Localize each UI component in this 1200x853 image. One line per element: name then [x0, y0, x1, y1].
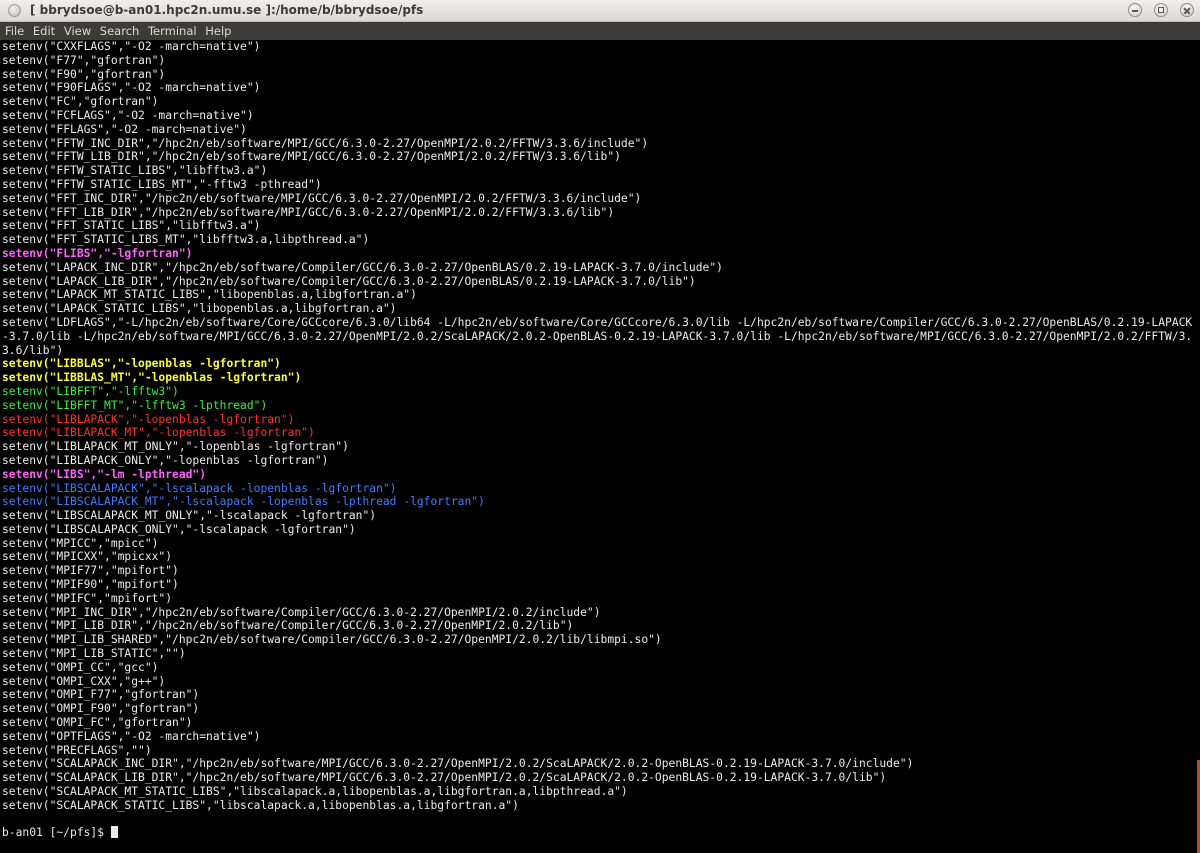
terminal-line: setenv("FFT_LIB_DIR","/hpc2n/eb/software… [2, 205, 615, 219]
terminal-line: setenv("FFTW_STATIC_LIBS_MT","-fftw3 -pt… [2, 177, 322, 191]
prompt-text: b-an01 [~/pfs]$ [2, 826, 111, 840]
terminal-line: setenv("OMPI_CC","gcc") [2, 660, 159, 674]
terminal-line: setenv("MPIFC","mpifort") [2, 591, 173, 605]
window-controls [1120, 3, 1194, 19]
terminal-line: setenv("CXXFLAGS","-O2 -march=native") [2, 40, 261, 53]
terminal-line: setenv("LDFLAGS","-L/hpc2n/eb/software/C… [2, 315, 1193, 357]
terminal-line: setenv("LIBLAPACK_MT","-lopenblas -lgfor… [2, 426, 315, 440]
text-cursor [110, 826, 118, 839]
terminal-line: setenv("MPICC","mpicc") [2, 536, 159, 550]
terminal-line: setenv("SCALAPACK_STATIC_LIBS","libscala… [2, 798, 519, 812]
terminal-line: setenv("LIBBLAS_MT","-lopenblas -lgfortr… [2, 371, 302, 385]
terminal-line: setenv("FFLAGS","-O2 -march=native") [2, 122, 247, 136]
terminal-line: setenv("LIBLAPACK_MT_ONLY","-lopenblas -… [2, 440, 349, 454]
terminal-line: setenv("LIBS","-lm -lpthread") [2, 467, 207, 481]
minimize-icon[interactable] [1128, 3, 1142, 17]
terminal-line: setenv("FFT_STATIC_LIBS_MT","libfftw3.a,… [2, 233, 370, 247]
terminal-line: setenv("LIBFFT","-lfftw3") [2, 384, 179, 398]
terminal-line: setenv("OMPI_F90","gfortran") [2, 702, 200, 716]
window-menu-icon[interactable] [8, 4, 21, 17]
menu-search[interactable]: Search [98, 22, 143, 39]
terminal-window: [ bbrydsoe@b-an01.hpc2n.umu.se ]:/home/b… [0, 0, 1200, 853]
terminal-line: setenv("FFTW_LIB_DIR","/hpc2n/eb/softwar… [2, 150, 621, 164]
terminal-line: setenv("MPIF77","mpifort") [2, 564, 179, 578]
terminal-line: setenv("LIBFFT_MT","-lfftw3 -lpthread") [2, 398, 268, 412]
command-prompt[interactable]: b-an01 [~/pfs]$ [2, 826, 1200, 840]
terminal-line: setenv("MPI_LIB_STATIC","") [2, 647, 186, 661]
terminal-line: setenv("MPI_LIB_DIR","/hpc2n/eb/software… [2, 619, 574, 633]
terminal-line: setenv("FFT_STATIC_LIBS","libfftw3.a") [2, 219, 261, 233]
terminal-line: setenv("FLIBS","-lgfortran") [2, 246, 193, 260]
terminal-line: setenv("LIBSCALAPACK","-lscalapack -lope… [2, 481, 397, 495]
terminal-line: setenv("MPICXX","mpicxx") [2, 550, 173, 564]
terminal-line: setenv("LIBSCALAPACK_ONLY","-lscalapack … [2, 522, 356, 536]
terminal-line: setenv("LAPACK_INC_DIR","/hpc2n/eb/softw… [2, 260, 723, 274]
terminal-line: setenv("LIBBLAS","-lopenblas -lgfortran"… [2, 357, 281, 371]
close-icon[interactable] [1180, 3, 1194, 17]
terminal-line: setenv("MPI_INC_DIR","/hpc2n/eb/software… [2, 605, 601, 619]
terminal-line: setenv("OPTFLAGS","-O2 -march=native") [2, 729, 261, 743]
terminal-line: setenv("MPIF90","mpifort") [2, 578, 179, 592]
terminal-line: setenv("PRECFLAGS","") [2, 743, 152, 757]
terminal-line: setenv("LAPACK_MT_STATIC_LIBS","libopenb… [2, 288, 417, 302]
terminal-line: setenv("LIBSCALAPACK_MT","-lscalapack -l… [2, 495, 485, 509]
terminal-line: setenv("LIBLAPACK","-lopenblas -lgfortra… [2, 412, 295, 426]
terminal-line: setenv("OMPI_CXX","g++") [2, 674, 166, 688]
terminal-line: setenv("OMPI_FC","gfortran") [2, 716, 193, 730]
window-title: [ bbrydsoe@b-an01.hpc2n.umu.se ]:/home/b… [30, 3, 424, 17]
terminal-line: setenv("F90","gfortran") [2, 67, 166, 81]
terminal-line: setenv("FFT_INC_DIR","/hpc2n/eb/software… [2, 191, 642, 205]
terminal-line: setenv("F90FLAGS","-O2 -march=native") [2, 81, 261, 95]
terminal-line: setenv("SCALAPACK_INC_DIR","/hpc2n/eb/so… [2, 757, 914, 771]
terminal-line: setenv("FC","gfortran") [2, 95, 159, 109]
menu-bar: File Edit View Search Terminal Help [0, 22, 1200, 40]
terminal-line: setenv("F77","gfortran") [2, 53, 166, 67]
terminal-line: setenv("MPI_LIB_SHARED","/hpc2n/eb/softw… [2, 633, 662, 647]
terminal-output[interactable]: setenv("CXXFLAGS","-O2 -march=native") se… [0, 40, 1200, 853]
terminal-line: setenv("LIBSCALAPACK_MT_ONLY","-lscalapa… [2, 509, 377, 523]
terminal-line: setenv("LAPACK_LIB_DIR","/hpc2n/eb/softw… [2, 274, 696, 288]
terminal-line: setenv("SCALAPACK_LIB_DIR","/hpc2n/eb/so… [2, 771, 887, 785]
terminal-line: setenv("FFTW_STATIC_LIBS","libfftw3.a") [2, 164, 268, 178]
terminal-line: setenv("OMPI_F77","gfortran") [2, 688, 200, 702]
terminal-line: setenv("FCFLAGS","-O2 -march=native") [2, 108, 254, 122]
terminal-lines: setenv("CXXFLAGS","-O2 -march=native") se… [2, 40, 1200, 813]
menu-help[interactable]: Help [203, 22, 234, 39]
terminal-line: setenv("SCALAPACK_MT_STATIC_LIBS","libsc… [2, 785, 628, 799]
title-bar[interactable]: [ bbrydsoe@b-an01.hpc2n.umu.se ]:/home/b… [0, 0, 1200, 22]
terminal-line: setenv("LIBLAPACK_ONLY","-lopenblas -lgf… [2, 453, 329, 467]
menu-terminal[interactable]: Terminal [146, 22, 200, 39]
menu-view[interactable]: View [62, 22, 94, 39]
terminal-line: setenv("LAPACK_STATIC_LIBS","libopenblas… [2, 302, 397, 316]
terminal-line: setenv("FFTW_INC_DIR","/hpc2n/eb/softwar… [2, 136, 649, 150]
maximize-icon[interactable] [1154, 3, 1168, 17]
menu-edit[interactable]: Edit [31, 22, 58, 39]
menu-file[interactable]: File [3, 22, 27, 39]
